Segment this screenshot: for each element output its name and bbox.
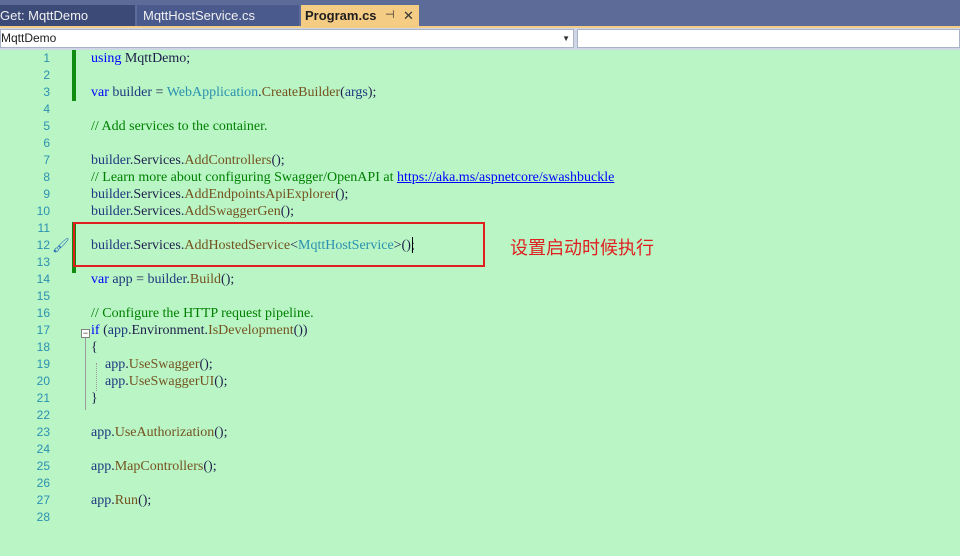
line-number: 27 [36,493,50,507]
dropdown-arrow-icon[interactable]: ▼ [562,30,570,47]
line-text: var app = builder.Build(); [91,272,235,287]
line-number: 21 [36,391,50,405]
line-number: 2 [43,68,50,82]
line-number: 23 [36,425,50,439]
line-number: 16 [36,306,50,320]
project-dropdown[interactable]: MqttDemo ▼ [0,29,574,48]
line-text: builder.Services.AddEndpointsApiExplorer… [91,187,349,202]
line-number: 5 [43,119,50,133]
line-text: app.UseSwaggerUI(); [105,374,228,389]
line-number: 1 [43,51,50,65]
line-text: app.UseSwagger(); [105,357,213,372]
line-text: if (app.Environment.IsDevelopment()) [91,323,308,338]
line-text: app.Run(); [91,493,152,508]
swashbuckle-link[interactable]: https://aka.ms/aspnetcore/swashbuckle [397,170,614,185]
tab-label: Get: MqttDemo [0,8,89,23]
pin-icon[interactable]: ⊣ [385,5,395,26]
line-number: 24 [36,442,50,456]
annotation-text: 设置启动时候执行 [510,238,654,259]
code-line: 1 using MqttDemo; [0,50,960,67]
tab-label: Program.cs [305,8,377,23]
line-number: 13 [36,255,50,269]
line-text: { [91,340,98,355]
line-number: 8 [43,170,50,184]
code-line: 24 [0,441,960,458]
code-line: 17 if (app.Environment.IsDevelopment()) [0,322,960,339]
code-line: 4 [0,101,960,118]
code-line: 9 builder.Services.AddEndpointsApiExplore… [0,186,960,203]
line-number: 4 [43,102,50,116]
line-number: 11 [37,221,50,235]
code-line: 21} [0,390,960,407]
line-number: 17 [36,323,50,337]
code-line: 28 [0,509,960,526]
highlight-box [73,222,485,267]
code-line: 14 var app = builder.Build(); [0,271,960,288]
line-number: 22 [36,408,50,422]
tab-mqtthostservice[interactable]: MqttHostService.cs [137,5,299,26]
collapse-toggle-icon[interactable]: − [81,329,90,338]
line-text: // Add services to the container. [91,119,268,134]
code-line: 20 app.UseSwaggerUI(); [0,373,960,390]
line-text: using MqttDemo; [91,51,191,66]
line-number: 10 [36,204,50,218]
line-number: 6 [43,136,50,150]
line-text: app.MapControllers(); [91,459,217,474]
line-number: 18 [36,340,50,354]
close-icon[interactable]: ✕ [403,5,414,26]
code-line: 10 builder.Services.AddSwaggerGen(); [0,203,960,220]
line-number: 3 [43,85,50,99]
fold-guide-line [85,338,86,410]
quick-actions-brush-icon[interactable]: 🖌 [52,238,70,255]
line-text: builder.Services.AddSwaggerGen(); [91,204,294,219]
code-line: 19 app.UseSwagger(); [0,356,960,373]
line-text: builder.Services.AddControllers(); [91,153,285,168]
code-line: 18 { [0,339,960,356]
code-line: 22 [0,407,960,424]
indent-guide [96,363,98,391]
code-line: 26 [0,475,960,492]
code-line: 8 // Learn more about configuring Swagger… [0,169,960,186]
line-text: } [91,391,98,406]
code-line: 16 // Configure the HTTP request pipeline… [0,305,960,322]
code-line: 25 app.MapControllers(); [0,458,960,475]
code-line: 3 var builder = WebApplication.CreateBuil… [0,84,960,101]
line-number: 7 [43,153,50,167]
navigation-bar: MqttDemo ▼ [0,28,960,50]
tab-program-cs[interactable]: Program.cs ⊣ ✕ [301,5,419,26]
line-number: 19 [36,357,50,371]
code-line: 2 [0,67,960,84]
line-text: var builder = WebApplication.CreateBuild… [91,85,377,100]
line-number: 9 [43,187,50,201]
code-line: 15 [0,288,960,305]
code-line: 6 [0,135,960,152]
line-text: app.UseAuthorization(); [91,425,228,440]
code-editor[interactable]: 1 using MqttDemo; 2 3 var builder = WebApp… [0,50,960,556]
code-line: 5 // Add services to the container. [0,118,960,135]
project-dropdown-value: MqttDemo [1,31,57,45]
code-line: 23 app.UseAuthorization(); [0,424,960,441]
line-number: 15 [36,289,50,303]
line-number: 20 [36,374,50,388]
tab-strip: Get: MqttDemo MqttHostService.cs Program… [0,0,960,28]
line-text: // Configure the HTTP request pipeline. [91,306,314,321]
code-line: 27 app.Run(); [0,492,960,509]
member-dropdown[interactable] [577,29,960,48]
line-number: 28 [36,510,50,524]
line-number: 12 [36,238,50,252]
tab-label: MqttHostService.cs [143,8,255,23]
line-number: 14 [36,272,50,286]
code-line: 7 builder.Services.AddControllers(); [0,152,960,169]
tab-get-mqttdemo[interactable]: Get: MqttDemo [0,5,135,26]
line-number: 26 [36,476,50,490]
line-text: // Learn more about configuring Swagger/… [91,170,615,185]
line-number: 25 [36,459,50,473]
